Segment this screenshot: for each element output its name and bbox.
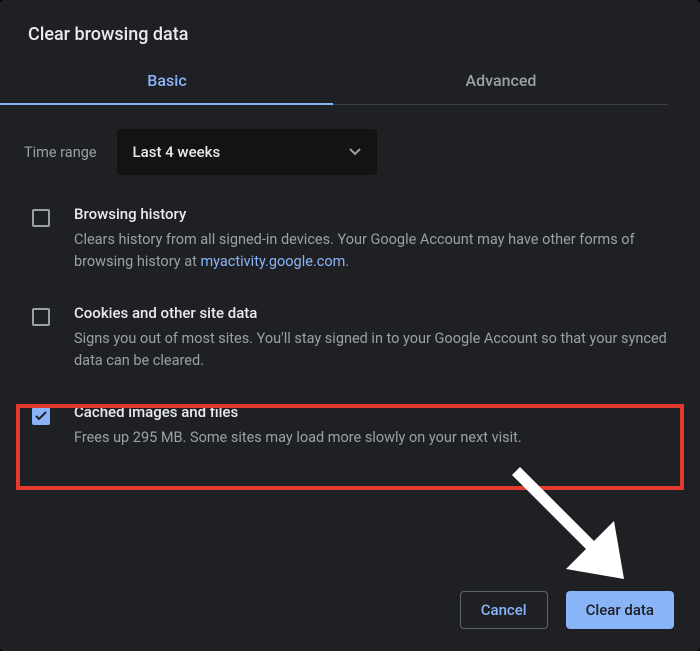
cancel-button[interactable]: Cancel (460, 591, 548, 629)
time-range-label: Time range (24, 144, 97, 161)
tab-basic[interactable]: Basic (0, 71, 334, 104)
option-text: Cookies and other site data Signs you ou… (74, 304, 676, 373)
option-text: Cached images and files Frees up 295 MB.… (74, 403, 522, 449)
option-desc: Signs you out of most sites. You'll stay… (74, 328, 676, 373)
tab-advanced[interactable]: Advanced (334, 71, 668, 104)
chevron-down-icon (349, 148, 361, 156)
checkbox-cookies[interactable] (32, 308, 50, 326)
option-cache: Cached images and files Frees up 295 MB.… (0, 403, 700, 449)
annotation-arrow-icon (496, 463, 636, 587)
option-desc: Frees up 295 MB. Some sites may load mor… (74, 427, 522, 449)
option-text: Browsing history Clears history from all… (74, 205, 676, 274)
checkbox-browsing-history[interactable] (32, 209, 50, 227)
time-range-dropdown[interactable]: Last 4 weeks (117, 129, 377, 175)
tab-underline (0, 104, 668, 105)
dialog-actions: Cancel Clear data (460, 591, 674, 629)
time-range-row: Time range Last 4 weeks (24, 129, 700, 175)
myactivity-link[interactable]: myactivity.google.com (200, 253, 345, 270)
option-browsing-history: Browsing history Clears history from all… (0, 205, 700, 274)
option-desc-post: . (345, 253, 349, 270)
option-desc: Clears history from all signed-in device… (74, 229, 676, 274)
clear-data-button[interactable]: Clear data (566, 591, 674, 629)
clear-browsing-data-dialog: Clear browsing data Basic Advanced Time … (0, 0, 700, 651)
option-desc-pre: Clears history from all signed-in device… (74, 231, 635, 270)
options-list: Browsing history Clears history from all… (0, 205, 700, 449)
option-title: Browsing history (74, 205, 676, 223)
option-title: Cached images and files (74, 403, 522, 421)
tab-underline-active (0, 103, 333, 105)
dialog-title: Clear browsing data (0, 0, 700, 45)
tab-bar: Basic Advanced (0, 71, 668, 104)
option-title: Cookies and other site data (74, 304, 676, 322)
option-cookies: Cookies and other site data Signs you ou… (0, 304, 700, 373)
time-range-selected: Last 4 weeks (133, 143, 221, 161)
checkbox-cache[interactable] (32, 407, 50, 425)
